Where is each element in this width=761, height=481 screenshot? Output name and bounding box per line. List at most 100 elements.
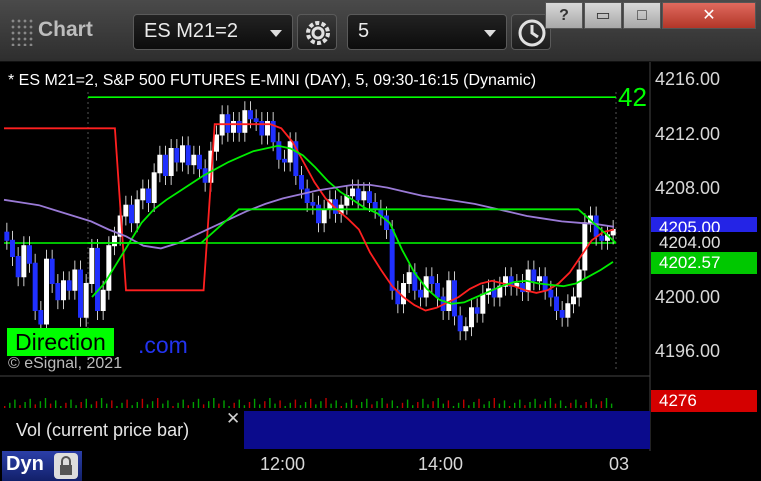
candle-body	[185, 145, 191, 166]
volume-bar	[4, 406, 6, 408]
direction-logo: Direction	[7, 328, 114, 356]
candle-body	[474, 307, 480, 314]
volume-bar	[580, 405, 582, 408]
volume-bar	[259, 404, 261, 408]
level-price-box: 4204.00	[651, 232, 757, 254]
volume-bar	[539, 404, 541, 408]
candle-body	[66, 280, 72, 291]
series-line	[88, 208, 617, 244]
volume-bar	[269, 398, 271, 408]
volume-bar	[24, 402, 26, 408]
volume-bar	[508, 406, 511, 408]
candle-body	[276, 141, 282, 160]
volume-bar	[95, 401, 98, 408]
volume-bar	[182, 399, 184, 408]
price-axis-label: 4216.00	[655, 69, 721, 89]
volume-bar	[524, 405, 526, 408]
volume-bar	[177, 402, 179, 408]
volume-bar	[197, 398, 200, 408]
lock-icon[interactable]	[54, 453, 78, 479]
volume-bar	[391, 400, 393, 408]
volume-bar	[554, 403, 557, 408]
candle-body	[406, 272, 412, 285]
volume-bar	[141, 398, 144, 408]
volume-bar	[172, 406, 174, 408]
candle-body	[429, 276, 435, 284]
candle-body	[463, 326, 469, 332]
candle-body	[27, 245, 32, 264]
volume-bar	[325, 398, 327, 408]
volume-bar	[514, 402, 516, 408]
candle-body	[61, 280, 66, 301]
volume-bar	[19, 405, 21, 408]
volume-bar	[335, 400, 337, 408]
candle-body	[44, 258, 49, 325]
volume-bar	[151, 401, 154, 408]
candle-body	[435, 283, 440, 298]
candle-body	[350, 188, 355, 197]
volume-bar	[192, 402, 195, 408]
candle-body	[146, 188, 151, 203]
candle-body	[469, 307, 474, 328]
volume-bar	[126, 399, 128, 408]
volume-panel-background	[244, 411, 650, 449]
price-axis-label: 4212.00	[655, 124, 721, 144]
candle-body	[457, 315, 463, 332]
volume-bar	[187, 405, 189, 408]
volume-bar	[488, 401, 490, 408]
candle-body	[231, 121, 236, 133]
volume-bar	[442, 403, 444, 408]
candle-body	[554, 296, 559, 311]
dynamic-label: Dyn	[6, 453, 44, 475]
volume-bar	[371, 404, 373, 408]
volume-bar	[463, 399, 465, 408]
volume-bar	[289, 402, 291, 408]
volume-bar	[315, 404, 317, 408]
volume-bar	[498, 403, 501, 408]
volume-value-box: 4276	[651, 390, 757, 412]
volume-bar	[228, 406, 230, 408]
candle-body	[418, 289, 423, 298]
volume-bar	[106, 403, 108, 408]
volume-bar	[376, 401, 378, 408]
volume-bar	[223, 400, 225, 408]
volume-bar	[14, 399, 16, 408]
volume-bar	[60, 406, 62, 408]
candle-body	[236, 121, 242, 133]
volume-bar	[34, 404, 36, 408]
volume-bar	[49, 403, 52, 408]
candle-body	[599, 235, 605, 241]
candle-body	[565, 303, 571, 318]
volume-bar	[304, 402, 307, 408]
candle-body	[401, 283, 406, 305]
candle-body	[576, 269, 582, 298]
close-study-icon[interactable]: ✕	[226, 409, 240, 429]
volume-bar	[44, 398, 47, 408]
volume-bar	[264, 401, 266, 408]
candle-body	[304, 188, 310, 203]
volume-bar	[85, 398, 87, 408]
volume-bar	[310, 398, 312, 408]
volume-bar	[468, 405, 470, 408]
volume-bar	[565, 406, 567, 408]
volume-bar	[330, 403, 332, 408]
candle-body	[197, 154, 202, 170]
volume-bar	[437, 398, 439, 408]
candle-body	[242, 110, 248, 133]
volume-bar	[55, 400, 57, 408]
volume-bar	[396, 406, 399, 408]
time-axis-label: 03	[609, 454, 630, 474]
volume-bar	[70, 399, 72, 408]
volume-bar	[483, 404, 485, 408]
volume-bar	[361, 402, 363, 408]
volume-bar	[131, 405, 133, 408]
volume-bar	[248, 402, 251, 408]
volume-bar	[401, 402, 404, 408]
time-axis	[0, 451, 761, 481]
volume-bar	[157, 398, 159, 408]
candle-body	[112, 235, 117, 247]
candle-body	[4, 231, 10, 241]
candle-body	[282, 158, 287, 163]
volume-bar	[279, 400, 281, 408]
volume-bar	[136, 402, 138, 408]
